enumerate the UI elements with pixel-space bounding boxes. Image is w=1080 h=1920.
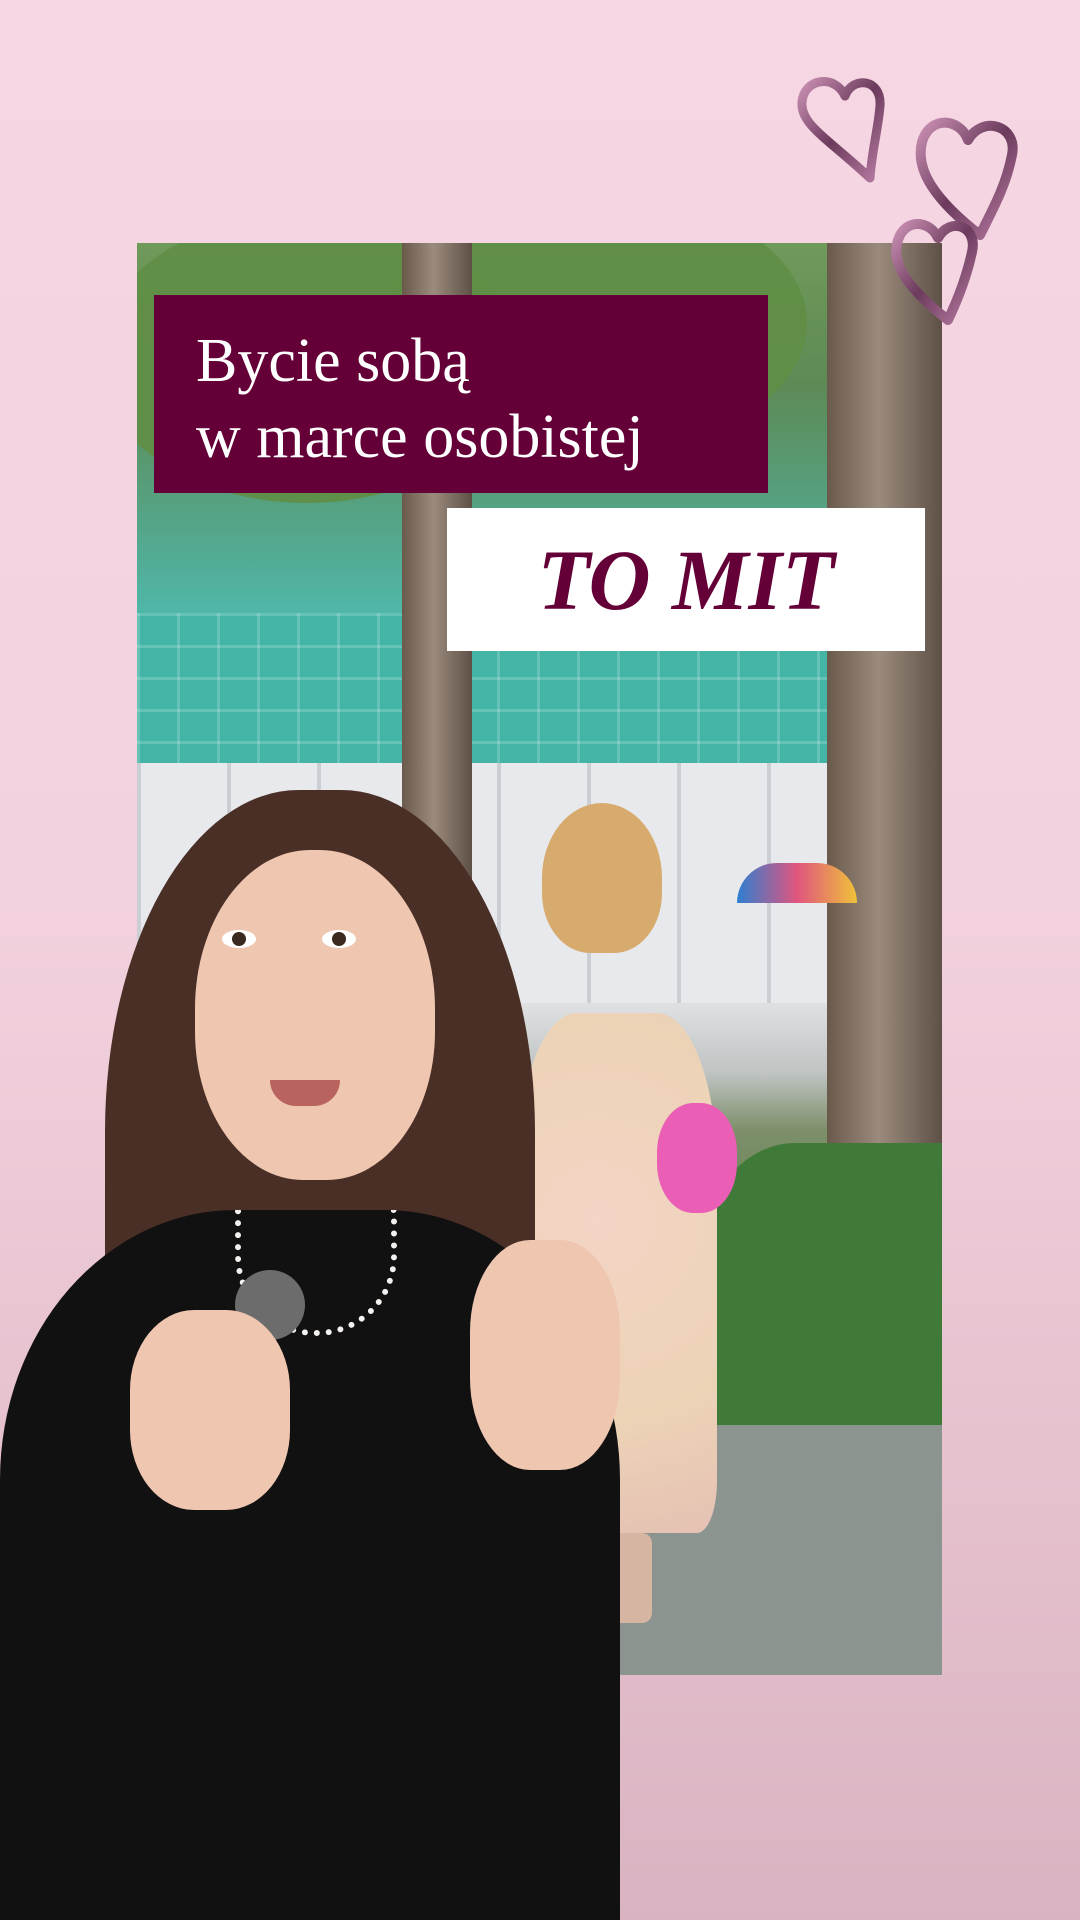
title-overlay: Bycie sobą w marce osobistej — [154, 295, 768, 493]
presenter-hand — [470, 1240, 620, 1470]
highlight-overlay: TO MIT — [447, 508, 925, 651]
title-line-2: w marce osobistej — [196, 403, 644, 471]
presenter — [0, 790, 660, 1920]
title-line-1: Bycie sobą — [196, 327, 470, 395]
tree-trunk — [827, 243, 942, 1173]
presenter-face — [195, 850, 435, 1180]
highlight-text: TO MIT — [537, 531, 835, 628]
presenter-eye — [222, 930, 256, 948]
umbrella — [737, 863, 857, 903]
presenter-eye — [322, 930, 356, 948]
hearts-icon — [797, 77, 1018, 325]
presenter-hand — [130, 1310, 290, 1510]
